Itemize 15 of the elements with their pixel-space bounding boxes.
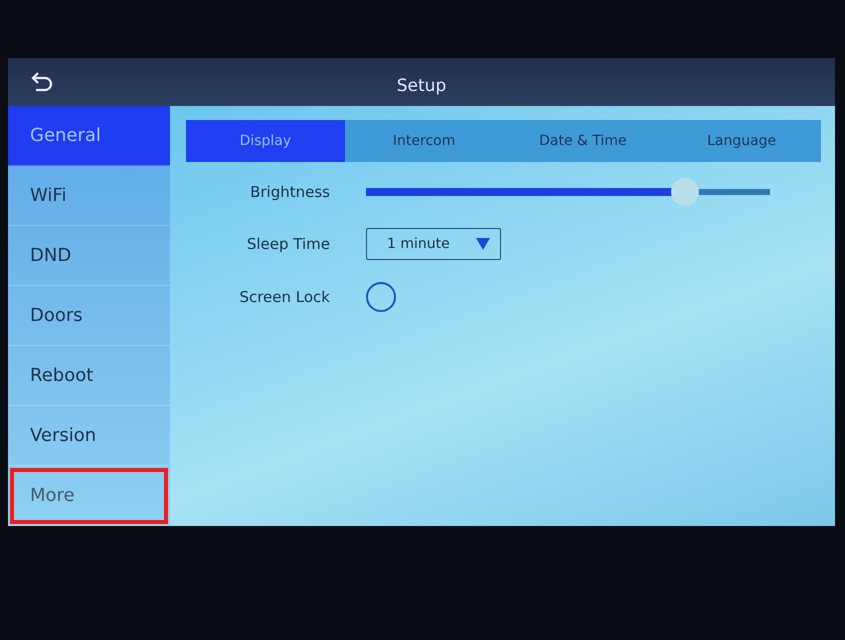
setting-label: Screen Lock xyxy=(239,288,330,306)
sidebar-item[interactable]: More xyxy=(8,466,170,526)
sleep-time-dropdown[interactable]: 1 minute xyxy=(366,228,501,260)
sidebar-item[interactable]: General xyxy=(8,106,170,166)
screen-lock-toggle[interactable] xyxy=(366,282,396,312)
setting-label: Sleep Time xyxy=(246,235,330,253)
tab[interactable]: Display xyxy=(186,120,345,162)
tab[interactable]: Language xyxy=(662,120,821,162)
tab[interactable]: Date & Time xyxy=(504,120,662,162)
tab[interactable]: Intercom xyxy=(344,120,504,162)
screen-title: Setup xyxy=(396,76,446,96)
slider-thumb[interactable] xyxy=(671,178,700,206)
brightness-slider[interactable] xyxy=(366,178,770,206)
setting-label: Brightness xyxy=(250,183,330,201)
caret-icon xyxy=(476,238,490,250)
